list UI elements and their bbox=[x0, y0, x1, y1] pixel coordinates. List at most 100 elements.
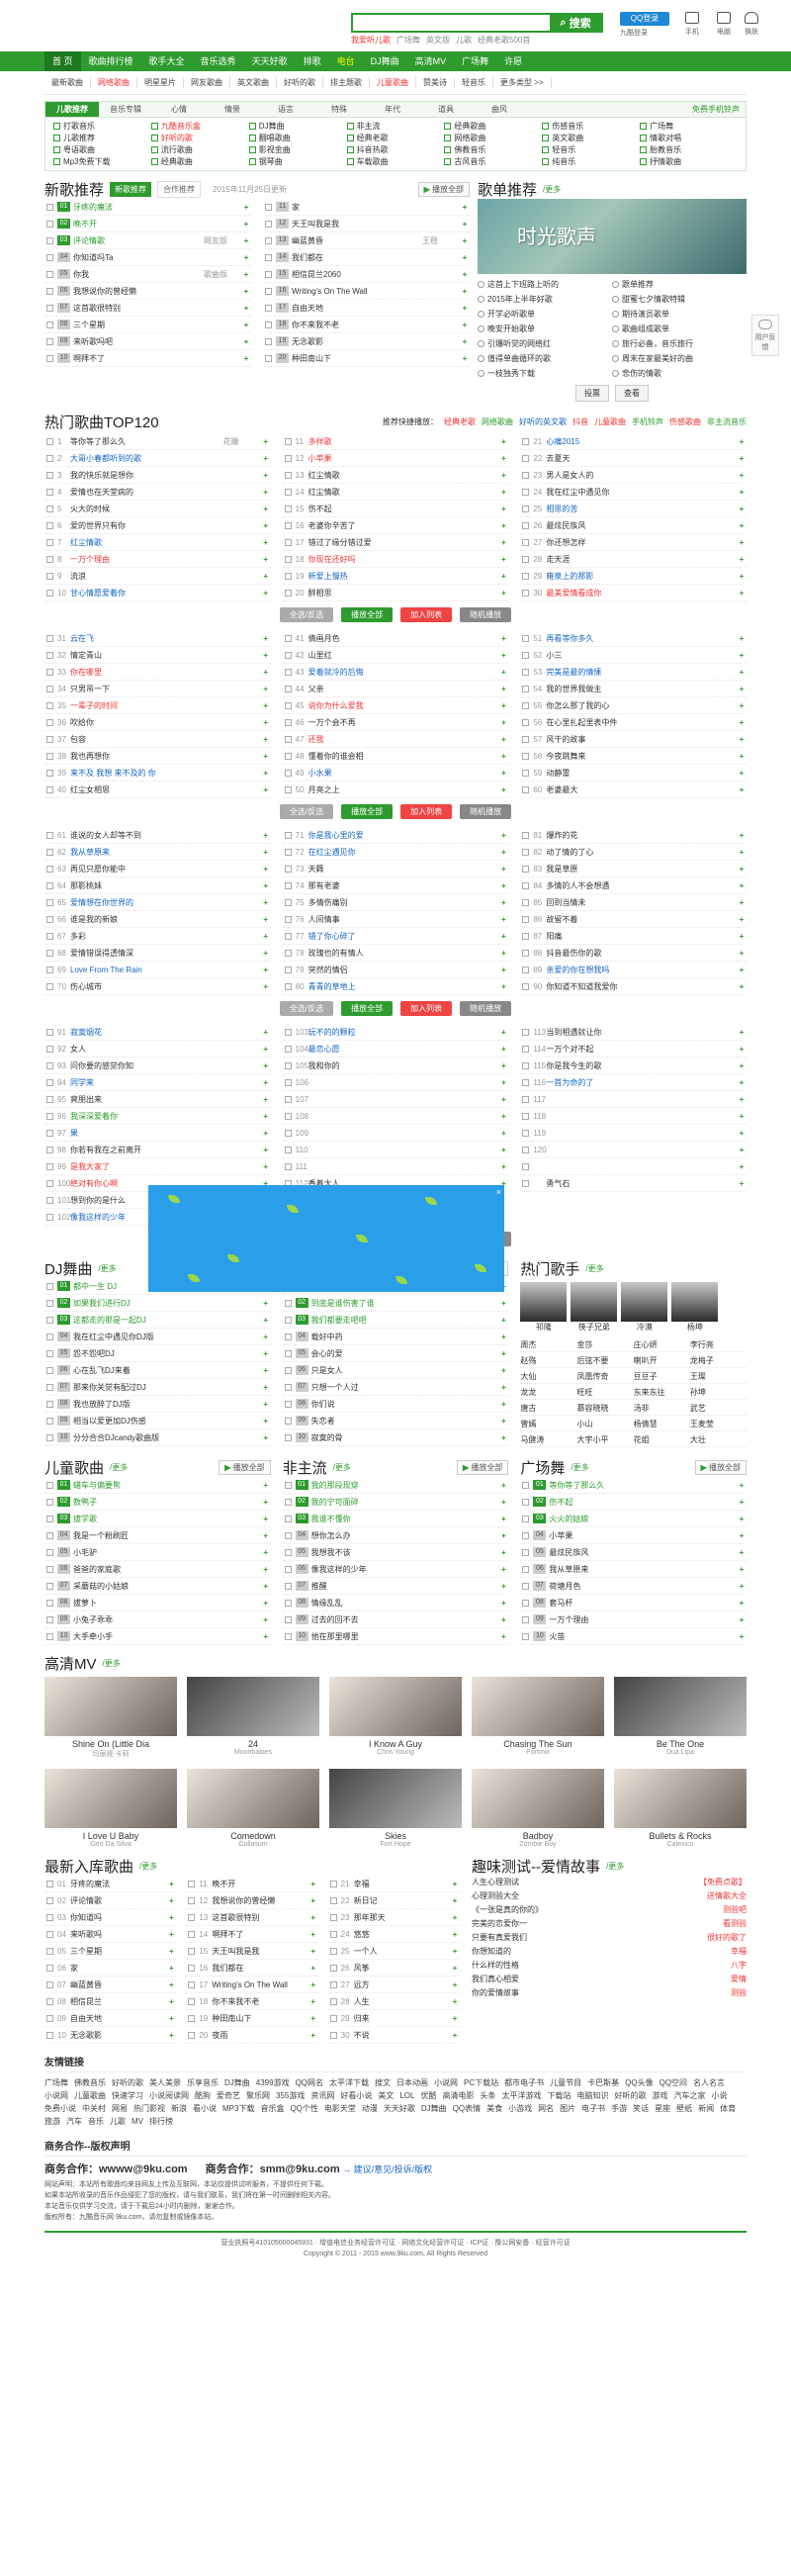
add-icon[interactable]: + bbox=[737, 865, 747, 874]
singer-link[interactable]: 旺旺 bbox=[576, 1386, 634, 1400]
friend-link[interactable]: 小说阅读网 bbox=[149, 2089, 189, 2102]
row-checkbox[interactable] bbox=[329, 1980, 337, 1988]
song-row[interactable]: 03 评论情歌 网友版 + bbox=[44, 232, 251, 249]
friend-link[interactable]: 音乐盒 bbox=[260, 2102, 284, 2115]
song-title[interactable]: 心痛2015 bbox=[546, 436, 699, 447]
song-row[interactable]: 7 红尘情歌 + bbox=[44, 534, 271, 551]
add-icon[interactable]: + bbox=[498, 1045, 508, 1054]
poll-option[interactable]: 这首上下班路上听的 bbox=[478, 277, 612, 292]
row-checkbox[interactable] bbox=[522, 685, 530, 692]
row-checkbox[interactable] bbox=[188, 1980, 196, 1988]
add-icon[interactable]: + bbox=[737, 949, 747, 958]
row-checkbox[interactable] bbox=[522, 1498, 530, 1506]
row-checkbox[interactable] bbox=[522, 1045, 530, 1053]
friend-link[interactable]: 网易 bbox=[112, 2102, 128, 2115]
song-row[interactable]: 03 拔学歌 + bbox=[44, 1511, 271, 1527]
add-icon[interactable]: + bbox=[737, 555, 747, 564]
song-title[interactable]: 那年那天 bbox=[354, 1912, 450, 1923]
quick-link[interactable]: 伤感歌曲 bbox=[669, 417, 701, 426]
category-tab[interactable]: 情景 bbox=[206, 102, 259, 117]
mv-card[interactable]: Bullets & Rocks Calexico bbox=[614, 1769, 747, 1848]
song-title[interactable]: 一辈子的时间 bbox=[70, 700, 223, 711]
row-checkbox[interactable] bbox=[522, 471, 530, 479]
song-row[interactable]: 08 你们说 + bbox=[282, 1396, 509, 1413]
add-icon[interactable]: + bbox=[261, 538, 271, 547]
row-checkbox[interactable] bbox=[522, 1078, 530, 1086]
singer-link[interactable]: 汤非 bbox=[633, 1402, 690, 1416]
song-title[interactable]: 流浪 bbox=[70, 571, 223, 582]
row-checkbox[interactable] bbox=[46, 898, 53, 906]
mv-title[interactable]: Be The One bbox=[614, 1739, 747, 1749]
row-checkbox[interactable] bbox=[46, 1599, 53, 1607]
song-title[interactable]: 家 bbox=[292, 202, 422, 213]
row-checkbox[interactable] bbox=[265, 253, 272, 261]
fun-link-hot[interactable]: 送情歌大全 bbox=[707, 1889, 747, 1903]
song-row[interactable]: 15 天王叫我是我 + bbox=[186, 1943, 318, 1960]
mv-artist[interactable]: Fort Hope bbox=[329, 1841, 462, 1848]
add-icon[interactable]: + bbox=[241, 270, 251, 279]
song-row[interactable]: 25 一个人 + bbox=[327, 1943, 460, 1960]
song-title[interactable]: 评论情歌 bbox=[73, 235, 204, 246]
add-icon[interactable]: + bbox=[261, 718, 271, 727]
row-checkbox[interactable] bbox=[265, 354, 272, 362]
song-title[interactable]: 数鸭子 bbox=[73, 1497, 223, 1508]
song-title[interactable]: 我的那段现穿 bbox=[311, 1480, 462, 1491]
add-icon[interactable]: + bbox=[498, 848, 508, 857]
mv-artist[interactable]: Portmix bbox=[472, 1749, 604, 1756]
song-row[interactable]: 20 夜雨 + bbox=[186, 2027, 318, 2044]
song-title[interactable]: 我谁不懂你 bbox=[311, 1514, 462, 1524]
hotkey-link[interactable]: 广场舞 bbox=[396, 36, 420, 45]
add-icon[interactable]: + bbox=[261, 1582, 271, 1591]
mv-card[interactable]: I Know A Guy Chris Young bbox=[329, 1677, 462, 1759]
row-checkbox[interactable] bbox=[284, 735, 292, 743]
row-checkbox[interactable] bbox=[522, 1112, 530, 1120]
row-checkbox[interactable] bbox=[284, 555, 292, 563]
row-checkbox[interactable] bbox=[522, 881, 530, 889]
quick-link[interactable]: 好听的英文歌 bbox=[519, 417, 567, 426]
song-row[interactable]: 6 爱的世界只有你 + bbox=[44, 517, 271, 534]
friend-link[interactable]: 游戏 bbox=[652, 2089, 667, 2102]
add-icon[interactable]: + bbox=[498, 1112, 508, 1121]
friend-link[interactable]: 美人美景 bbox=[149, 2076, 181, 2089]
row-checkbox[interactable] bbox=[46, 1078, 53, 1086]
song-title[interactable]: 你是我心里的爱 bbox=[308, 830, 462, 841]
song-title[interactable]: 我深深爱着你 bbox=[70, 1111, 223, 1122]
friend-link[interactable]: 星座 bbox=[655, 2102, 670, 2115]
mv-card[interactable]: Be The One Dua Lipa bbox=[614, 1677, 747, 1759]
song-row[interactable]: 10 甘心情愿爱着你 + bbox=[44, 585, 271, 601]
singer-link[interactable]: 凤凰传奇 bbox=[576, 1370, 634, 1384]
add-icon[interactable]: + bbox=[308, 1896, 318, 1905]
checkbox-icon[interactable] bbox=[150, 146, 158, 153]
row-checkbox[interactable] bbox=[46, 1146, 53, 1153]
song-title[interactable]: 如果我们进行DJ bbox=[73, 1298, 223, 1309]
mv-thumbnail[interactable] bbox=[472, 1769, 604, 1828]
row-checkbox[interactable] bbox=[46, 865, 53, 873]
song-row[interactable]: 17 错过了缘分错过爱 + bbox=[282, 534, 509, 551]
song-row[interactable]: 107 + bbox=[282, 1091, 509, 1108]
singer-link[interactable]: 赵殇 bbox=[520, 1354, 577, 1368]
friend-link[interactable]: 酷狗 bbox=[195, 2089, 211, 2102]
category-item[interactable]: 儿歌推荐 bbox=[53, 133, 151, 143]
song-row[interactable]: 32 情定青山 + bbox=[44, 647, 271, 664]
friend-link[interactable]: 小说网 bbox=[434, 2076, 458, 2089]
row-checkbox[interactable] bbox=[522, 1028, 530, 1036]
quick-link[interactable]: 手机铃声 bbox=[632, 417, 663, 426]
song-row[interactable]: 07 那来你关觉有配过DJ + bbox=[44, 1379, 271, 1396]
category-tab[interactable]: 道具 bbox=[419, 102, 473, 117]
nav-item[interactable]: 广场舞 bbox=[454, 51, 496, 71]
radio-icon[interactable] bbox=[478, 296, 484, 303]
add-icon[interactable]: + bbox=[737, 701, 747, 710]
song-row[interactable]: 08 三个星期 + bbox=[44, 317, 251, 333]
add-icon[interactable]: + bbox=[737, 668, 747, 677]
add-icon[interactable]: + bbox=[261, 1162, 271, 1171]
friend-link[interactable]: QQ头像 bbox=[625, 2076, 653, 2089]
song-title[interactable]: 种田南山下 bbox=[212, 2013, 308, 2024]
song-title[interactable]: 女人 bbox=[70, 1044, 223, 1055]
add-icon[interactable]: + bbox=[450, 1997, 460, 2006]
checkbox-icon[interactable] bbox=[542, 123, 550, 130]
random-play-button[interactable]: 随机播放 bbox=[460, 804, 512, 819]
song-title[interactable]: 推醒 bbox=[311, 1581, 462, 1592]
add-icon[interactable]: + bbox=[498, 1129, 508, 1138]
mv-card[interactable]: Chasing The Sun Portmix bbox=[472, 1677, 604, 1759]
song-title[interactable]: 我在红尘中遇见你 bbox=[546, 487, 699, 498]
